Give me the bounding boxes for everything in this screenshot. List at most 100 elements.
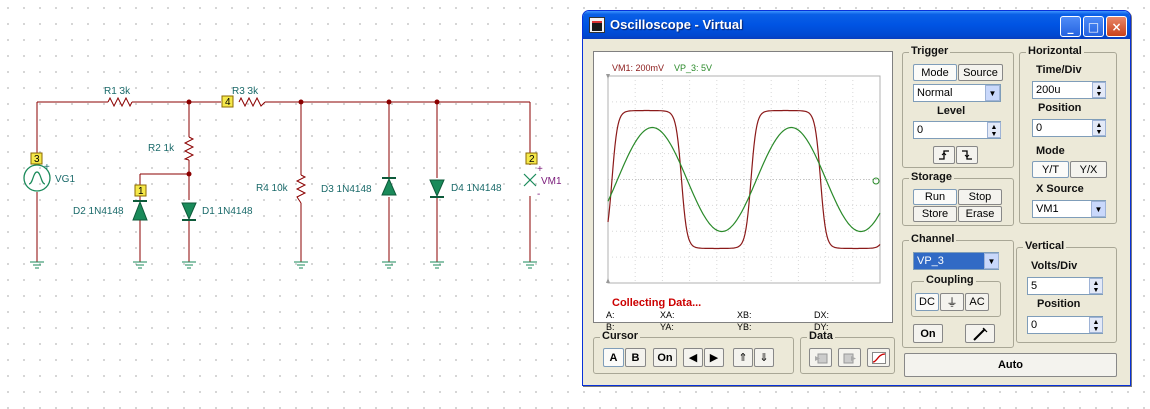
vm1-channel-label: VM1: 200mV xyxy=(612,63,664,73)
ac-button[interactable]: AC xyxy=(965,293,989,311)
oscilloscope-app-icon xyxy=(589,17,605,33)
d4-label: D4 1N4148 xyxy=(451,183,502,194)
data-panel: Data xyxy=(800,330,895,374)
r2-label: R2 1k xyxy=(148,143,175,154)
vertical-panel: Vertical Volts/Div 5 ▲ ▼ Position 0 ▲ ▼ xyxy=(1016,240,1117,343)
volts-div-label: Volts/Div xyxy=(1031,260,1078,272)
yx-button[interactable]: Y/X xyxy=(1070,161,1107,178)
d1-diode xyxy=(181,202,197,221)
rising-edge-button[interactable] xyxy=(933,146,955,164)
node-1-label: 1 xyxy=(138,186,144,197)
cursor-right-button[interactable]: ▶ xyxy=(704,348,724,367)
dc-button[interactable]: DC xyxy=(915,293,939,311)
erase-button[interactable]: Erase xyxy=(958,206,1002,222)
chevron-down-icon[interactable]: ▼ xyxy=(985,85,1000,101)
r4-resistor xyxy=(295,174,307,204)
data-title: Data xyxy=(807,330,835,342)
cursor-up-button[interactable]: ⇑ xyxy=(733,348,753,367)
h-position-label: Position xyxy=(1038,102,1082,114)
probe-icon xyxy=(973,327,988,341)
auto-button[interactable]: Auto xyxy=(904,353,1117,377)
r2-resistor xyxy=(183,136,195,161)
cursor-left-button[interactable]: ◀ xyxy=(683,348,703,367)
stop-button[interactable]: Stop xyxy=(958,189,1002,205)
h-position-spinner[interactable]: ▲ ▼ xyxy=(1092,120,1106,136)
trigger-source-button[interactable]: Source xyxy=(958,64,1003,81)
close-button[interactable]: × xyxy=(1106,16,1127,37)
storage-panel: Storage Run Stop Store Erase xyxy=(902,171,1014,226)
curve-view-button[interactable] xyxy=(867,348,890,367)
cursor-title: Cursor xyxy=(600,330,641,342)
d2-label: D2 1N4148 xyxy=(73,206,124,217)
v-position-label: Position xyxy=(1037,298,1081,310)
falling-edge-button[interactable] xyxy=(956,146,978,164)
import-icon xyxy=(814,353,827,363)
coupling-label: Coupling xyxy=(924,274,976,286)
h-mode-label: Mode xyxy=(1036,145,1065,157)
readout-xb: XB: xyxy=(737,310,752,320)
store-button[interactable]: Store xyxy=(913,206,957,222)
chevron-down-icon[interactable]: ▼ xyxy=(984,253,999,269)
circuit-schematic: 3 4 1 2 R1 3k R3 3k R2 1k R4 10k D2 1N41… xyxy=(23,86,562,269)
window-title: Oscilloscope - Virtual xyxy=(610,17,743,32)
trigger-title: Trigger xyxy=(909,45,951,57)
cursor-panel: Cursor A B On ◀ ▶ ⇑ ⇓ xyxy=(593,330,794,374)
horizontal-panel: Horizontal Time/Div 200u ▲ ▼ Position 0 ▲… xyxy=(1019,45,1117,224)
cursor-down-button[interactable]: ⇓ xyxy=(754,348,774,367)
vg1-plus: + xyxy=(44,162,50,173)
export-icon xyxy=(843,353,856,363)
maximize-button[interactable]: □ xyxy=(1083,16,1104,37)
r3-label: R3 3k xyxy=(232,86,259,97)
node-4-label: 4 xyxy=(225,97,231,108)
cursor-on-button[interactable]: On xyxy=(653,348,677,367)
cursor-b-button[interactable]: B xyxy=(625,348,646,367)
d4-diode xyxy=(429,179,445,198)
title-bar[interactable]: Oscilloscope - Virtual _ □ × xyxy=(583,11,1130,39)
chevron-down-icon[interactable]: ▼ xyxy=(1091,201,1106,217)
ground-coupling-button[interactable]: ⏚ xyxy=(940,293,964,311)
r4-label: R4 10k xyxy=(256,183,289,194)
readout-dx: DX: xyxy=(814,310,830,320)
channel-on-button[interactable]: On xyxy=(913,324,943,343)
readout-xa: XA: xyxy=(660,310,675,320)
horizontal-title: Horizontal xyxy=(1026,45,1084,57)
storage-title: Storage xyxy=(909,171,954,183)
readout-ya: YA: xyxy=(660,322,674,332)
vm1-plus: + xyxy=(537,164,543,175)
channel-panel: Channel VP_3 ▼ Coupling DC ⏚ AC On xyxy=(902,233,1014,348)
d1-label: D1 1N4148 xyxy=(202,206,253,217)
vp3-channel-label: VP_3: 5V xyxy=(674,63,712,73)
vm1-minus: - xyxy=(537,189,540,200)
d3-label: D3 1N4148 xyxy=(321,184,372,195)
scope-grid xyxy=(607,75,881,284)
readout-yb: YB: xyxy=(737,322,752,332)
run-button[interactable]: Run xyxy=(913,189,957,205)
node-2-label: 2 xyxy=(529,154,535,165)
trigger-panel: Trigger Mode Source Normal ▼ Level 0 ▲ ▼ xyxy=(902,45,1014,168)
channel-title: Channel xyxy=(909,233,957,245)
volts-div-spinner[interactable]: ▲ ▼ xyxy=(1089,278,1103,294)
cursor-a-button[interactable]: A xyxy=(603,348,624,367)
d3-diode xyxy=(381,177,397,196)
yt-button[interactable]: Y/T xyxy=(1032,161,1069,178)
level-label: Level xyxy=(937,105,966,117)
export-data-button[interactable] xyxy=(838,348,861,367)
r1-resistor xyxy=(107,96,133,108)
v-position-spinner[interactable]: ▲ ▼ xyxy=(1089,317,1103,333)
falling-edge-icon xyxy=(962,150,972,160)
probe-button[interactable] xyxy=(965,324,995,343)
rising-edge-icon xyxy=(939,150,949,160)
trigger-mode-button[interactable]: Mode xyxy=(913,64,957,81)
node-3-label: 3 xyxy=(34,154,40,165)
scope-display: VM1: 200mV VP_3: 5V Collecting Data... A… xyxy=(593,51,893,332)
readout-a: A: xyxy=(606,310,615,320)
time-div-label: Time/Div xyxy=(1036,64,1082,76)
oscilloscope-window: Oscilloscope - Virtual _ □ × VM1: 200mV … xyxy=(582,10,1131,386)
status-text: Collecting Data... xyxy=(612,297,702,309)
import-data-button[interactable] xyxy=(809,348,832,367)
x-source-label: X Source xyxy=(1036,183,1084,195)
coupling-group: Coupling DC ⏚ AC xyxy=(911,274,1001,317)
level-spinner[interactable]: ▲ ▼ xyxy=(987,122,1001,138)
time-div-spinner[interactable]: ▲ ▼ xyxy=(1092,82,1106,98)
minimize-button[interactable]: _ xyxy=(1060,16,1081,37)
